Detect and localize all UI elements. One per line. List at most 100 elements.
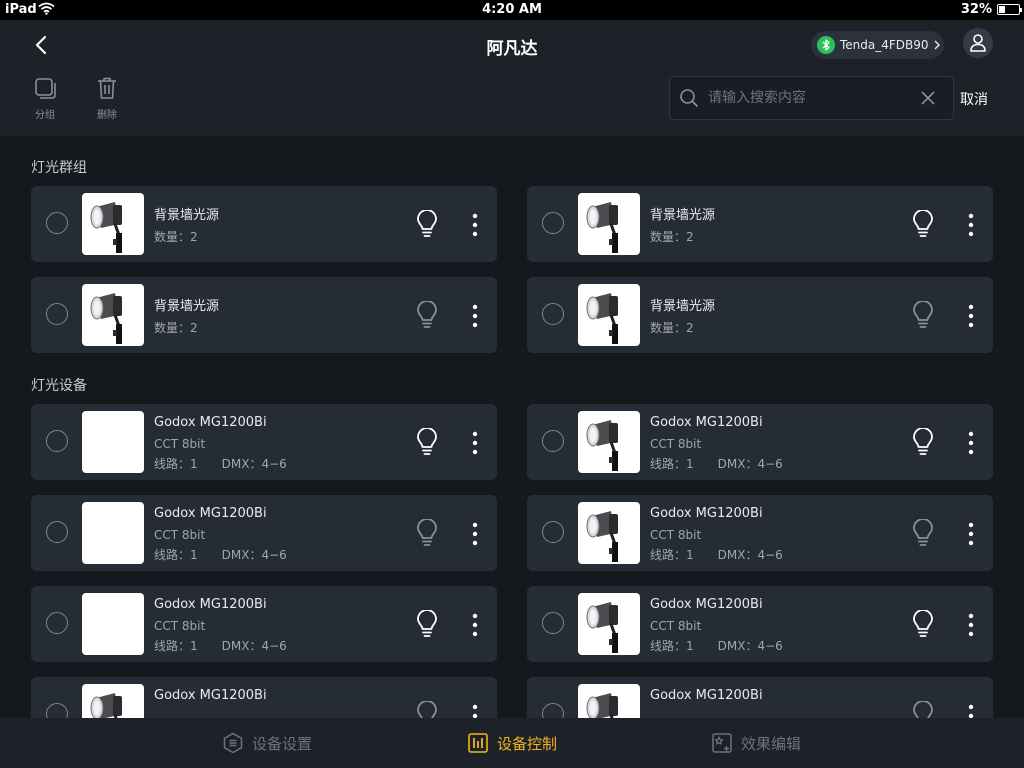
more-options-button[interactable]	[964, 303, 978, 329]
more-options-button[interactable]	[468, 303, 482, 329]
device-card[interactable]: Godox MG1200Bi	[31, 677, 497, 718]
bulb-off-icon	[417, 300, 437, 328]
bulb-toggle[interactable]	[415, 609, 439, 642]
more-options-button[interactable]	[964, 430, 978, 456]
network-selector[interactable]: Tenda_4FDB90	[811, 31, 944, 59]
tab-device-settings[interactable]: 设备设置	[222, 732, 312, 754]
delete-tool-label: 删除	[97, 110, 117, 121]
light-thumbnail	[82, 193, 144, 255]
select-radio[interactable]	[542, 303, 564, 325]
device-card[interactable]: Godox MG1200Bi CCT 8bit 线路：1 DMX：4−6	[31, 495, 497, 571]
select-radio[interactable]	[46, 521, 68, 543]
tab-device-control[interactable]: 设备控制	[467, 732, 557, 754]
device-meta: 线路：1 DMX：4−6	[650, 546, 783, 563]
light-thumbnail	[82, 411, 144, 473]
bulb-toggle[interactable]	[911, 518, 935, 551]
control-sliders-icon	[468, 733, 488, 753]
bulb-toggle[interactable]	[911, 300, 935, 333]
cancel-button[interactable]: 取消	[960, 89, 988, 109]
select-radio[interactable]	[542, 612, 564, 634]
user-profile-button[interactable]	[963, 28, 993, 58]
select-radio[interactable]	[46, 612, 68, 634]
bulb-toggle[interactable]	[911, 427, 935, 460]
group-card[interactable]: 背景墙光源 数量：2	[527, 277, 993, 353]
clear-search-icon[interactable]	[921, 91, 935, 105]
bulb-off-icon	[913, 518, 933, 546]
bulb-on-icon	[417, 609, 437, 637]
select-radio[interactable]	[542, 521, 564, 543]
device-mode: CCT 8bit	[650, 619, 702, 633]
bulb-toggle[interactable]	[415, 209, 439, 242]
more-options-button[interactable]	[964, 612, 978, 638]
more-vertical-icon	[968, 522, 974, 546]
light-name: 背景墙光源	[650, 208, 716, 223]
tab-effect-edit[interactable]: 效果编辑	[711, 732, 801, 754]
more-options-button[interactable]	[964, 212, 978, 238]
device-mode: CCT 8bit	[650, 437, 702, 451]
more-options-button[interactable]	[468, 521, 482, 547]
more-options-button[interactable]	[468, 612, 482, 638]
bulb-off-icon	[913, 700, 933, 718]
bulb-off-icon	[913, 300, 933, 328]
select-radio[interactable]	[542, 212, 564, 234]
chevron-right-icon	[934, 40, 940, 50]
device-mode: CCT 8bit	[154, 619, 206, 633]
light-name: Godox MG1200Bi	[154, 597, 267, 612]
light-thumbnail	[82, 684, 144, 718]
light-list[interactable]: 灯光群组 背景墙光源 数量：2 背景墙光源 数量：2 背景墙光源 数量：2 背景墙光源 数量：…	[0, 136, 1024, 718]
device-dmx: DMX：4−6	[221, 548, 287, 562]
light-name: Godox MG1200Bi	[154, 506, 267, 521]
bulb-toggle[interactable]	[415, 427, 439, 460]
bulb-toggle[interactable]	[911, 700, 935, 718]
more-options-button[interactable]	[468, 703, 482, 718]
group-icon	[35, 78, 56, 99]
device-dmx: DMX：4−6	[717, 548, 783, 562]
device-card[interactable]: Godox MG1200Bi CCT 8bit 线路：1 DMX：4−6	[31, 404, 497, 480]
select-radio[interactable]	[46, 703, 68, 718]
more-options-button[interactable]	[468, 430, 482, 456]
device-card[interactable]: Godox MG1200Bi CCT 8bit 线路：1 DMX：4−6	[31, 586, 497, 662]
search-icon	[680, 89, 698, 107]
more-options-button[interactable]	[964, 703, 978, 718]
device-line: 线路：1	[650, 457, 694, 471]
bulb-toggle[interactable]	[415, 700, 439, 718]
more-options-button[interactable]	[964, 521, 978, 547]
bulb-toggle[interactable]	[415, 300, 439, 333]
group-card[interactable]: 背景墙光源数量：2	[527, 186, 993, 262]
group-count: 数量：2	[650, 321, 694, 335]
bulb-toggle[interactable]	[415, 518, 439, 551]
device-card[interactable]: Godox MG1200Bi	[527, 677, 993, 718]
bulb-toggle[interactable]	[911, 609, 935, 642]
more-options-button[interactable]	[468, 212, 482, 238]
light-thumbnail	[82, 593, 144, 655]
search-input[interactable]	[708, 85, 908, 111]
group-card[interactable]: 背景墙光源 数量：2	[31, 277, 497, 353]
status-bar: iPad 4:20 AM 32%	[0, 0, 1024, 20]
search-box[interactable]	[669, 76, 954, 120]
group-count: 数量：2	[154, 321, 198, 335]
group-card[interactable]: 背景墙光源 数量：2	[31, 186, 497, 262]
settings-hexagon-icon	[223, 732, 243, 754]
bulb-toggle[interactable]	[911, 209, 935, 242]
bulb-on-icon	[417, 427, 437, 455]
select-radio[interactable]	[542, 703, 564, 718]
battery-level	[999, 6, 1005, 13]
select-radio[interactable]	[46, 430, 68, 452]
group-tool-button[interactable]: 分组	[25, 76, 65, 121]
light-name: Godox MG1200Bi	[650, 506, 763, 521]
light-thumbnail	[578, 193, 640, 255]
device-card[interactable]: Godox MG1200Bi CCT 8bit 线路：1 DMX：4−6	[527, 404, 993, 480]
light-name: Godox MG1200Bi	[154, 415, 267, 430]
delete-tool-button[interactable]: 删除	[87, 76, 127, 121]
back-button[interactable]	[28, 32, 54, 58]
select-radio[interactable]	[542, 430, 564, 452]
groups-section-title: 灯光群组	[31, 160, 87, 176]
light-name: Godox MG1200Bi	[154, 688, 267, 703]
device-card[interactable]: Godox MG1200Bi CCT 8bit 线路：1 DMX：4−6	[527, 495, 993, 571]
device-line: 线路：1	[154, 457, 198, 471]
bulb-on-icon	[913, 209, 933, 237]
device-card[interactable]: Godox MG1200Bi CCT 8bit 线路：1 DMX：4−6	[527, 586, 993, 662]
select-radio[interactable]	[46, 212, 68, 234]
group-count: 数量：2	[650, 230, 694, 244]
select-radio[interactable]	[46, 303, 68, 325]
